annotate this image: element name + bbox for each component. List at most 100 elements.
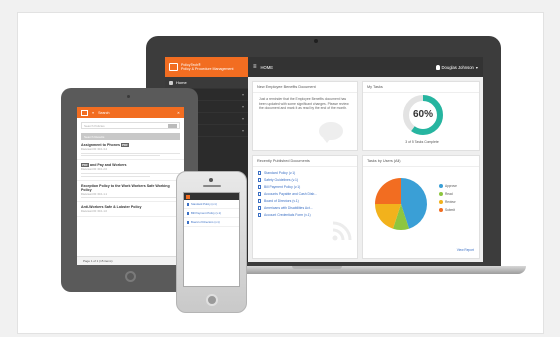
legend-item: Review [439,200,457,204]
doc-icon [258,212,261,217]
result-title: Exception Policy to the Work Workers Saf… [81,183,170,192]
link-text: Account Credentials Form (v.1) [264,212,311,217]
tasks-pie[interactable] [371,174,431,234]
legend-label: Read [445,192,453,196]
legend-label: Submit [445,208,455,212]
legend-item: Read [439,192,457,196]
result-tag: PDF [120,143,129,147]
close-icon[interactable]: ✕ [177,111,180,115]
tablet-home-button [125,271,136,282]
recent-doc-link[interactable]: Safety Guidelines (v.1) [253,176,357,183]
recent-doc-link[interactable]: Bill Payment Policy (v.1) [253,183,357,190]
logo-icon [169,63,178,71]
doc-icon [187,211,189,215]
doc-icon [258,177,261,182]
legend-swatch [439,184,443,188]
tablet-topbar: ≡ Search ✕ [77,107,184,118]
topbar: ≡ HOME Douglas Johnson ▾ [248,57,483,77]
panel-title: Recently Published Documents [253,156,357,167]
notice-body: Just a reminder that the Employee Benefi… [259,97,349,111]
doc-icon [258,205,261,210]
recent-doc-link[interactable]: Standard Policy (v.1) [253,169,357,176]
logo-icon [186,194,190,199]
link-text: Bill Payment Policy (v.1) [191,211,221,215]
phone-speaker [203,185,221,187]
menu-icon[interactable]: ≡ [253,64,257,70]
chevron-down-icon: ▾ [241,128,244,133]
legend-item: Approve [439,184,457,188]
phone-topbar [184,193,239,200]
recent-doc-link[interactable]: Americans with Disabilities Act... [253,204,357,211]
tasks-by-user-panel: Tasks by Users (All) Approve Read Review… [362,155,480,259]
phone-camera [209,178,213,182]
page-title: HOME [260,64,274,70]
menu-icon[interactable]: ≡ [92,111,94,115]
link-text: Standard Policy (v.1) [264,170,296,175]
search-button[interactable] [168,123,177,128]
list-item[interactable]: Assignment to Phones PDF Document ID: 00… [77,140,184,161]
legend-label: Review [445,200,456,204]
doc-icon [258,191,261,196]
list-item[interactable]: Anti-Workers Safe & Lobster Policy Docum… [77,202,184,218]
doc-icon [258,198,261,203]
result-meta: Document ID: 00.1.3.4 [81,148,107,151]
result-title: Assignment to Phones [81,143,120,147]
legend-swatch [439,208,443,212]
results-bar: Search Results [81,133,180,140]
chevron-down-icon: ▾ [475,64,478,70]
result-meta: Document ID: 00.1.2.6 [81,168,107,172]
recent-doc-link[interactable]: Board of Directors (v.1) [253,197,357,204]
brand-tagline: Policy & Procedure Management [181,67,234,71]
recent-docs-panel: Recently Published Documents Standard Po… [252,155,358,259]
result-tag: PDF [81,163,89,168]
tablet-camera [127,95,130,98]
phone-home-button [206,294,218,306]
doc-icon [258,184,261,189]
panel-title: Tasks by Users (All) [363,156,479,167]
link-text: Americans with Disabilities Act... [264,205,313,210]
recent-doc-link[interactable]: Accounts Payable and Cash Disb... [253,190,357,197]
result-title: and Pay and Workers [90,163,127,168]
brand: PolicyTech® Policy & Procedure Managemen… [165,57,248,77]
home-icon [169,80,173,85]
panel-title: My Tasks [363,82,479,93]
view-report-link[interactable]: View Report [457,248,474,252]
tablet-screen: ≡ Search ✕ Search Policies Search Result… [77,107,184,265]
logo-icon [81,109,88,116]
legend-swatch [439,192,443,196]
search-placeholder: Search Policies [84,123,105,128]
list-item[interactable]: Board of Directors (v.1) [184,218,239,227]
list-item[interactable]: Bill Payment Policy (v.1) [184,209,239,218]
chevron-down-icon: ▾ [241,116,244,121]
pager[interactable]: Page 1 of 1 (15 items) [77,256,184,265]
doc-icon [187,202,189,206]
legend-item: Submit [439,208,457,212]
link-text: Bill Payment Policy (v.1) [264,184,301,189]
list-item[interactable]: Standard Policy (v.1) [184,200,239,209]
tasks-percent: 60% [412,109,433,120]
user-menu[interactable]: Douglas Johnson ▾ [435,64,478,70]
notice-panel: New Employee Benefits Document Just a re… [252,81,358,151]
link-text: Safety Guidelines (v.1) [264,177,299,182]
link-text: Board of Directors (v.1) [264,198,299,203]
search-input[interactable]: Search Policies [81,122,180,129]
speech-bubble-icon [319,122,343,143]
laptop-camera [314,39,318,43]
pie-slice-submit[interactable] [375,178,401,204]
chevron-down-icon: ▾ [241,104,244,109]
legend-label: Approve [445,184,457,188]
result-title: Anti-Workers Safe & Lobster Policy [81,205,142,210]
phone-screen: Standard Policy (v.1) Bill Payment Polic… [183,192,240,287]
list-item[interactable]: PDF and Pay and Workers Document ID: 00.… [77,160,184,181]
rss-icon [332,221,352,241]
link-text: Board of Directors (v.1) [191,220,220,224]
stage: PolicyTech® Policy & Procedure Managemen… [0,0,560,337]
legend-swatch [439,200,443,204]
pie-legend: Approve Read Review Submit [439,184,457,216]
result-meta: Document ID: 00.1.1.1 [81,192,107,196]
list-item[interactable]: Exception Policy to the Work Workers Saf… [77,181,184,203]
pager-label: Page 1 of 1 (15 items) [83,259,113,263]
doc-icon [187,220,189,224]
user-icon [435,64,440,70]
recent-doc-link[interactable]: Account Credentials Form (v.1) [253,211,357,218]
